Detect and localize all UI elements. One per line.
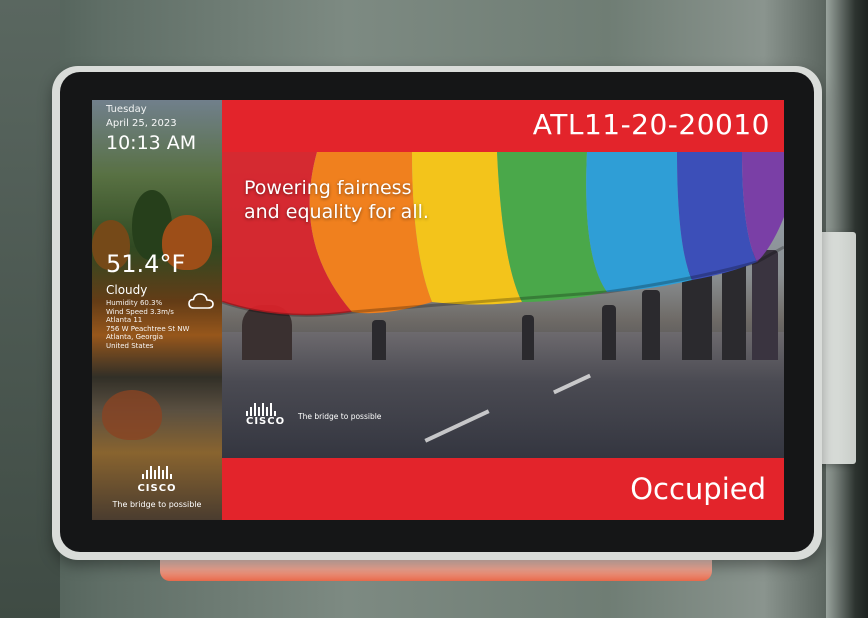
humidity-text: Humidity 60.3% xyxy=(106,299,163,307)
info-panel: Tuesday April 25, 2023 10:13 AM 51.4°F C… xyxy=(92,100,222,520)
weather-condition: Cloudy xyxy=(106,283,148,297)
cisco-logo: CISCO The bridge to possible xyxy=(242,402,381,427)
weather-details: Humidity 60.3% Wind Speed 3.3m/s Atlanta… xyxy=(106,299,189,351)
headline: Powering fairness and equality for all. xyxy=(244,176,429,224)
cisco-logo-text: CISCO xyxy=(246,416,286,427)
city-state: Atlanta, Georgia xyxy=(106,333,164,342)
tagline: The bridge to possible xyxy=(112,500,202,509)
tagline: The bridge to possible xyxy=(298,412,382,421)
weekday-text: Tuesday xyxy=(106,104,147,115)
room-header-bar: ATL11-20-20010 xyxy=(222,100,784,152)
cisco-logo-text: CISCO xyxy=(137,483,177,494)
cloud-icon xyxy=(188,292,214,310)
room-name: ATL11-20-20010 xyxy=(532,108,770,141)
wind-speed-text: Wind Speed 3.3m/s xyxy=(106,307,174,316)
cisco-logo-bars xyxy=(246,403,276,416)
headline-line-2: and equality for all. xyxy=(244,201,429,223)
pride-flag-photo: Powering fairness and equality for all. … xyxy=(222,152,784,458)
room-status: Occupied xyxy=(630,472,766,506)
headline-line-1: Powering fairness xyxy=(244,177,412,199)
country: United States xyxy=(106,341,154,350)
street-address: 756 W Peachtree St NW xyxy=(106,324,190,333)
location-name: Atlanta 11 xyxy=(106,316,143,325)
background-wall-left xyxy=(0,0,60,618)
temperature: 51.4°F xyxy=(106,250,186,278)
date-text: April 25, 2023 xyxy=(106,118,177,129)
device-screen[interactable]: Tuesday April 25, 2023 10:13 AM 51.4°F C… xyxy=(92,100,784,520)
status-bar: Occupied xyxy=(222,458,784,520)
cisco-logo-bars xyxy=(92,466,222,480)
clock-time: 10:13 AM xyxy=(106,132,197,154)
